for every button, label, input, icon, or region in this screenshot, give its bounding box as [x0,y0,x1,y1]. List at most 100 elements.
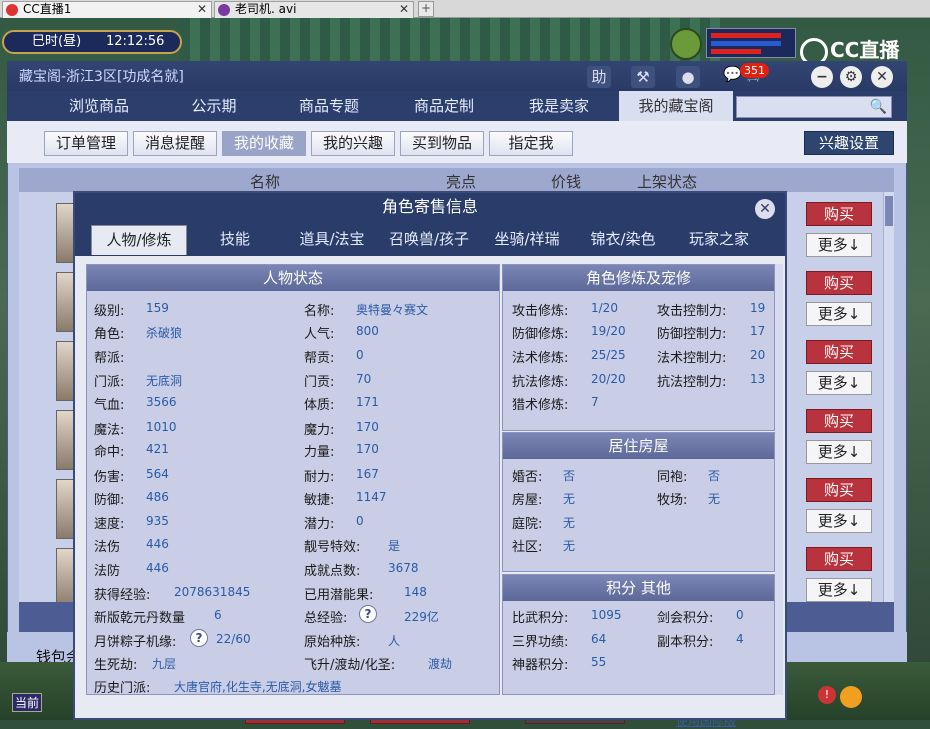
nav-my-pavilion[interactable]: 我的藏宝阁 [619,91,733,121]
stat-label: 体质: [304,398,335,413]
column-status: 上架状态 [637,173,698,191]
buy-button[interactable]: 购买 [806,340,872,364]
order-management-button[interactable]: 订单管理 [44,131,128,156]
new-tab-button[interactable]: + [418,1,434,17]
stat-label: 人气: [304,327,335,342]
buy-button[interactable]: 购买 [806,409,872,433]
tab-summons[interactable]: 召唤兽/孩子 [380,225,478,255]
interest-settings-button[interactable]: 兴趣设置 [804,131,894,155]
more-button[interactable]: 更多↓ [806,509,872,533]
dialog-scrollbar[interactable] [775,264,783,695]
more-button[interactable]: 更多↓ [806,440,872,464]
stat-value: 是 [388,539,401,553]
close-window-icon[interactable]: ✕ [871,66,893,88]
history-school-label: 历史门派: [94,681,151,696]
more-button[interactable]: 更多↓ [806,578,872,602]
more-button[interactable]: 更多↓ [806,233,872,257]
tab-outfits[interactable]: 锦衣/染色 [578,225,668,255]
help-button[interactable]: 助 [587,66,611,88]
points-label: 神器积分: [512,658,569,673]
alert-badge-icon[interactable]: ! [818,686,836,704]
history-school-value: 大唐官府,化生寺,无底洞,女魃墓 [174,680,342,694]
stat-label: 耐力: [304,470,335,485]
housing-value: 无 [708,492,721,506]
video-favicon-icon [218,4,230,16]
cultivation-value: 20/20 [591,372,626,386]
housing-value: 无 [563,539,576,553]
stat-label: 法伤 [94,540,121,555]
message-reminder-button[interactable]: 消息提醒 [133,131,217,156]
stat-label: 防御: [94,493,125,508]
search-icon[interactable]: 🔍 [870,99,887,115]
settings-gear-icon[interactable]: ⚙ [840,66,862,88]
life-tribulation-value: 九层 [152,657,177,671]
window-title: 藏宝阁-浙江3区[功成名就] [19,69,184,85]
housing-label: 牧场: [657,493,688,508]
tab-character[interactable]: 人物/修炼 [91,225,187,255]
cultivation-label: 猎术修炼: [512,398,569,413]
stat-label: 角色: [94,327,125,342]
points-label: 副本积分: [657,635,714,650]
tab-player-home[interactable]: 玩家之家 [674,225,764,255]
my-interests-button[interactable]: 我的兴趣 [311,131,395,156]
cultivation-label: 抗法修炼: [512,375,569,390]
browser-tab-cc[interactable]: CC直播1 ✕ [2,1,212,18]
channel-current-button[interactable]: 当前 [12,693,43,712]
stat-label: 门派: [94,375,125,390]
stat-value: 无底洞 [146,374,183,388]
buy-button[interactable]: 购买 [806,547,872,571]
pet-avatar[interactable] [670,28,702,60]
search-input[interactable]: 🔍 [736,96,892,118]
hammer-icon[interactable]: ⚒ [631,66,655,88]
nav-custom[interactable]: 商品定制 [388,91,500,121]
points-value: 4 [736,632,744,646]
stat-label: 伤害: [94,470,125,485]
more-button[interactable]: 更多↓ [806,371,872,395]
cultivation-value: 25/25 [591,348,626,362]
scroll-thumb[interactable] [885,196,893,226]
tab-items[interactable]: 道具/法宝 [287,225,377,255]
life-tribulation-label: 生死劫: [94,658,138,673]
ascension-label: 飞升/渡劫/化圣: [304,658,396,673]
dialog-title: 角色寄售信息 [381,197,478,216]
browser-tab-label: 老司机. avi [235,2,297,16]
my-favorites-button[interactable]: 我的收藏 [222,131,306,156]
nav-public[interactable]: 公示期 [158,91,270,121]
time-period: 巳时(昼) [32,34,82,49]
dialog-close-icon[interactable]: ✕ [755,199,775,219]
mooncake-help-icon[interactable]: ? [190,629,208,647]
buy-button[interactable]: 购买 [806,202,872,226]
list-scrollbar[interactable] [883,192,894,602]
housing-header: 居住房屋 [503,433,774,459]
stat-value: 1010 [146,420,177,434]
assigned-to-me-button[interactable]: 指定我 [489,131,573,156]
points-value: 55 [591,655,607,669]
stat-value: 170 [356,442,379,456]
close-tab-icon[interactable]: ✕ [197,2,207,17]
more-button[interactable]: 更多↓ [806,302,872,326]
bought-items-button[interactable]: 买到物品 [400,131,484,156]
browser-tab-video[interactable]: 老司机. avi ✕ [214,1,414,18]
stat-label: 速度: [94,517,125,532]
character-status-header: 人物状态 [87,265,499,291]
total-exp-help-icon[interactable]: ? [359,605,377,623]
emoji-icon[interactable] [840,686,862,708]
buy-button[interactable]: 购买 [806,271,872,295]
nav-topics[interactable]: 商品专题 [273,91,385,121]
stat-label: 魔法: [94,423,125,438]
close-tab-icon[interactable]: ✕ [399,2,409,17]
status-bars [706,28,796,58]
tab-mounts[interactable]: 坐骑/祥瑞 [482,225,572,255]
control-value: 17 [750,324,766,338]
anger-bar [711,49,761,54]
tab-skills[interactable]: 技能 [190,225,280,255]
housing-value: 否 [708,469,721,483]
record-icon[interactable]: ● [676,66,700,88]
nav-seller[interactable]: 我是卖家 [503,91,615,121]
minimize-icon[interactable]: − [811,66,833,88]
stat-label: 命中: [94,445,125,460]
nav-browse[interactable]: 浏览商品 [43,91,155,121]
control-value: 13 [750,372,766,386]
stat-value: 3566 [146,395,177,409]
buy-button[interactable]: 购买 [806,478,872,502]
